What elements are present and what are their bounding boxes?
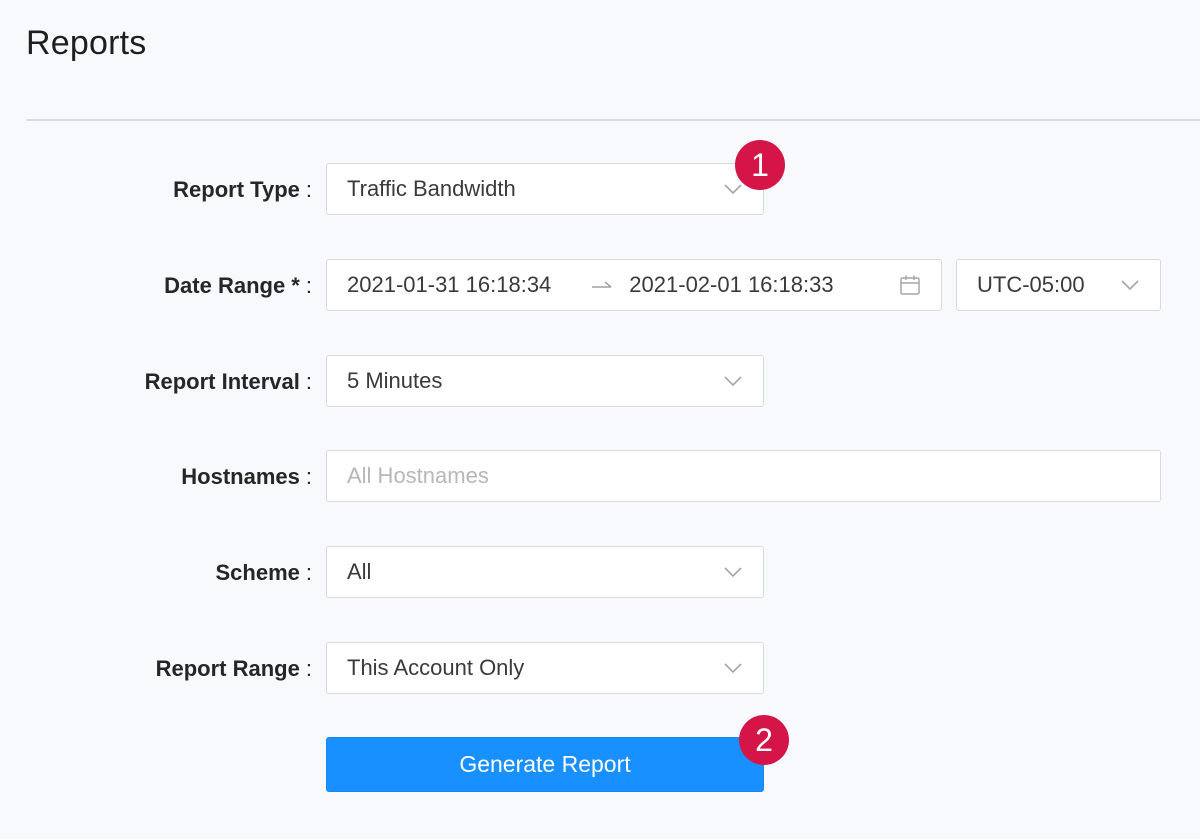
chevron-down-icon bbox=[719, 367, 747, 395]
date-range-picker[interactable]: 2021-01-31 16:18:34 2021-02-01 16:18:33 bbox=[326, 259, 942, 311]
calendar-icon[interactable] bbox=[899, 274, 921, 296]
date-range-end[interactable]: 2021-02-01 16:18:33 bbox=[629, 272, 899, 298]
scheme-select[interactable]: All bbox=[326, 546, 764, 598]
date-range-label-text: Date Range * bbox=[164, 273, 300, 298]
report-type-colon: : bbox=[305, 177, 312, 202]
chevron-down-icon bbox=[1116, 271, 1144, 299]
generate-report-button[interactable]: Generate Report bbox=[326, 737, 764, 792]
hostnames-label: Hostnames : bbox=[122, 450, 312, 504]
date-range-colon: : bbox=[305, 273, 312, 298]
timezone-select[interactable]: UTC-05:00 bbox=[956, 259, 1161, 311]
hostnames-placeholder: All Hostnames bbox=[347, 463, 489, 488]
report-interval-label: Report Interval : bbox=[122, 355, 312, 409]
hostnames-input[interactable]: All Hostnames bbox=[326, 450, 1161, 502]
report-interval-colon: : bbox=[305, 369, 312, 394]
hostnames-colon: : bbox=[305, 464, 312, 489]
arrow-right-icon bbox=[591, 280, 613, 290]
page-title: Reports bbox=[26, 24, 147, 62]
annotation-badge-2: 2 bbox=[739, 715, 789, 765]
date-range-label: Date Range * : bbox=[122, 259, 312, 313]
report-type-label: Report Type : bbox=[122, 163, 312, 217]
chevron-down-icon bbox=[719, 654, 747, 682]
scheme-label-text: Scheme bbox=[215, 560, 300, 585]
scheme-label: Scheme : bbox=[122, 546, 312, 600]
report-range-label: Report Range : bbox=[122, 642, 312, 696]
report-range-colon: : bbox=[305, 656, 312, 681]
report-interval-label-text: Report Interval bbox=[144, 369, 300, 394]
timezone-value: UTC-05:00 bbox=[977, 272, 1085, 297]
report-interval-select[interactable]: 5 Minutes bbox=[326, 355, 764, 407]
date-range-start[interactable]: 2021-01-31 16:18:34 bbox=[347, 272, 551, 298]
report-type-select[interactable]: Traffic Bandwidth bbox=[326, 163, 764, 215]
report-range-value: This Account Only bbox=[347, 655, 525, 680]
report-range-select[interactable]: This Account Only bbox=[326, 642, 764, 694]
annotation-badge-1: 1 bbox=[735, 140, 785, 190]
report-type-value: Traffic Bandwidth bbox=[347, 176, 516, 201]
header-divider bbox=[26, 119, 1200, 121]
chevron-down-icon bbox=[719, 558, 747, 586]
report-interval-value: 5 Minutes bbox=[347, 368, 443, 393]
scheme-value: All bbox=[347, 559, 372, 584]
scheme-colon: : bbox=[305, 560, 312, 585]
report-range-label-text: Report Range bbox=[155, 656, 300, 681]
hostnames-label-text: Hostnames bbox=[181, 464, 300, 489]
report-type-label-text: Report Type bbox=[173, 177, 300, 202]
